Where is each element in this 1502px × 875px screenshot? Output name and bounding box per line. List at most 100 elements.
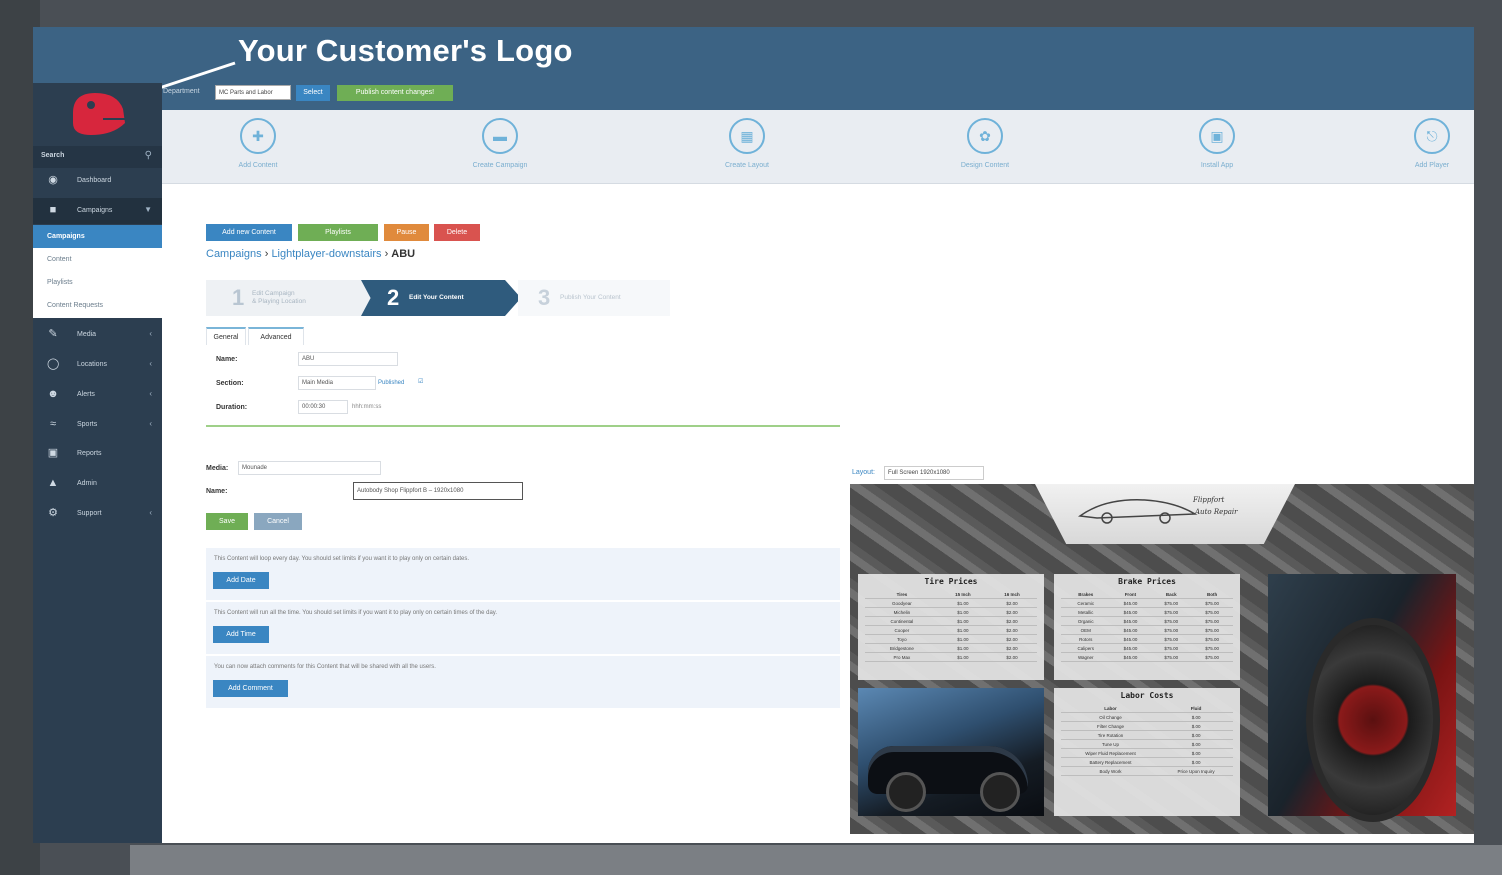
media-select[interactable]: Mounade [238,461,381,475]
table-row: Toyo $1.00 $2.00 [865,634,1037,644]
breadcrumb-campaigns[interactable]: Campaigns [206,248,262,260]
customer-logo [33,83,162,144]
table-cell: Toyo [865,634,939,644]
sidebar-search[interactable]: Search ⚲ [33,146,162,168]
chevron-left-icon: ‹ [149,329,152,338]
report-icon: ▣ [47,447,59,459]
install-app-tool[interactable]: ▣ Install App [1177,118,1257,169]
search-icon[interactable]: ⚲ [145,150,152,161]
sidebar-item-reports[interactable]: ▣ Reports [33,441,162,467]
delete-button[interactable]: Delete [434,224,480,241]
table-row: Wiper Fluid Replacement $.00 [1061,748,1233,758]
template-select[interactable]: Autobody Shop Flippfort B – 1920x1080 [353,482,523,500]
table-row: Oil Change $.00 [1061,712,1233,722]
add-time-button[interactable]: Add Time [213,626,269,643]
create-campaign-tool[interactable]: ▬ Create Campaign [460,118,540,169]
table-header-row: Tires 15 Inch 16 Inch [865,590,1037,599]
table-cell: Tire Rotation [1061,730,1160,740]
sidebar-item-alerts[interactable]: ☻ Alerts ‹ [33,382,162,408]
step-2[interactable]: 2 Edit Your Content [361,280,521,316]
section-select[interactable]: Main Media [298,376,376,390]
table-row: OEM $45.00 $75.00 $75.00 [1061,625,1233,635]
playlists-button[interactable]: Playlists [298,224,378,241]
pause-button[interactable]: Pause [384,224,429,241]
published-checkbox[interactable]: ☑ [418,378,423,385]
name-input[interactable]: ABU [298,352,398,366]
table-row: Organic $45.00 $75.00 $75.00 [1061,616,1233,626]
table-cell: $75.00 [1191,634,1233,644]
table-cell: $.00 [1159,730,1233,740]
time-info-box: This Content will run all the time. You … [206,602,840,654]
add-content-tool[interactable]: ✚ Add Content [218,118,298,169]
table-cell: Continental [865,616,939,626]
table-cell: Filter Change [1061,721,1160,731]
sidebar-item-label: Campaigns [77,207,113,214]
add-comment-button[interactable]: Add Comment [213,680,288,697]
gear-icon: ⚙ [48,507,58,519]
table-cell: $.00 [1159,757,1233,767]
table-row: Body Work Price Upon Inquiry [1061,766,1233,776]
chevron-left-icon: ‹ [149,419,152,428]
tab-general[interactable]: General [206,327,246,347]
sidebar-item-admin[interactable]: ▲ Admin [33,471,162,497]
table-row: Rotors $45.00 $75.00 $75.00 [1061,634,1233,644]
labor-costs-table: Labor Fluid Oil Change $.00 Filter Change $.0… [1061,704,1233,776]
breadcrumb-location[interactable]: Lightplayer-downstairs [271,248,381,260]
sidebar-subitem-playlists[interactable]: Playlists [33,271,162,294]
chevron-left-icon: ‹ [149,508,152,517]
table-cell: Bridgestone [865,643,939,653]
sidebar-item-campaigns[interactable]: ■ Campaigns ▼ [33,198,162,224]
publish-button[interactable]: Publish content changes! [337,85,453,101]
table-cell: $75.00 [1150,643,1192,653]
sidebar-item-dashboard[interactable]: ◉ Dashboard [33,168,162,194]
chart-icon: ≈ [49,418,57,430]
layout-icon: ▦ [729,118,765,154]
sidebar-item-media[interactable]: ✎ Media ‹ [33,322,162,348]
car-photo [858,688,1044,816]
add-player-tool[interactable]: ⎋ Add Player [1392,118,1472,169]
tire-prices-table: Tires 15 Inch 16 Inch Goodyear $1.00 $2.00 Mic… [865,590,1037,662]
table-cell: Body Work [1061,766,1160,776]
sidebar-subitem-content-requests[interactable]: Content Requests [33,294,162,318]
search-label: Search [41,152,65,159]
brake-prices-table: Brakes Front Back Both Ceramic $45.00 $75.00 $7… [1061,590,1233,662]
duration-input[interactable]: 00:00:30 [298,400,348,414]
tab-advanced[interactable]: Advanced [248,327,304,347]
sidebar-subitem-campaigns[interactable]: Campaigns [33,225,162,248]
department-select[interactable]: MC Parts and Labor [215,85,291,100]
select-button[interactable]: Select [296,85,330,101]
step-3[interactable]: 3 Publish Your Content [518,280,670,316]
table-cell: $75.00 [1191,625,1233,635]
add-new-content-button[interactable]: Add new Content [206,224,292,241]
table-cell: $1.00 [938,652,988,662]
design-content-tool[interactable]: ✿ Design Content [945,118,1025,169]
cancel-button[interactable]: Cancel [254,513,302,530]
add-date-button[interactable]: Add Date [213,572,269,589]
table-header-cell: Brakes [1061,590,1111,599]
sidebar-item-label: Dashboard [77,177,112,184]
table-cell: Calipers [1061,643,1111,653]
table-cell: $2.00 [987,607,1037,617]
table-row: Ceramic $45.00 $75.00 $75.00 [1061,598,1233,608]
chevron-down-icon: ▼ [144,205,152,214]
table-cell: Price Upon Inquiry [1159,766,1233,776]
table-cell: $.00 [1159,748,1233,758]
department-label: Department [163,88,200,95]
table-header-cell: Tires [865,590,939,599]
step-1[interactable]: 1 Edit Campaign & Playing Location [206,280,371,316]
table-row: Continental $1.00 $2.00 [865,616,1037,626]
table-row: Tune Up $.00 [1061,739,1233,749]
chevron-left-icon: ‹ [149,389,152,398]
table-row: Pro Max $1.00 $2.00 [865,652,1037,662]
create-layout-tool[interactable]: ▦ Create Layout [707,118,787,169]
sidebar-subitem-content[interactable]: Content [33,248,162,271]
save-button[interactable]: Save [206,513,248,530]
table-cell: $75.00 [1150,652,1192,662]
dashboard-icon: ◉ [48,174,58,186]
table-cell: $45.00 [1110,643,1151,653]
sidebar-item-sports[interactable]: ≈ Sports ‹ [33,412,162,438]
layout-select[interactable]: Full Screen 1920x1080 [884,466,984,480]
sidebar-item-locations[interactable]: ◯ Locations ‹ [33,352,162,378]
sidebar-item-support[interactable]: ⚙ Support ‹ [33,501,162,527]
published-label: Published [378,380,405,386]
